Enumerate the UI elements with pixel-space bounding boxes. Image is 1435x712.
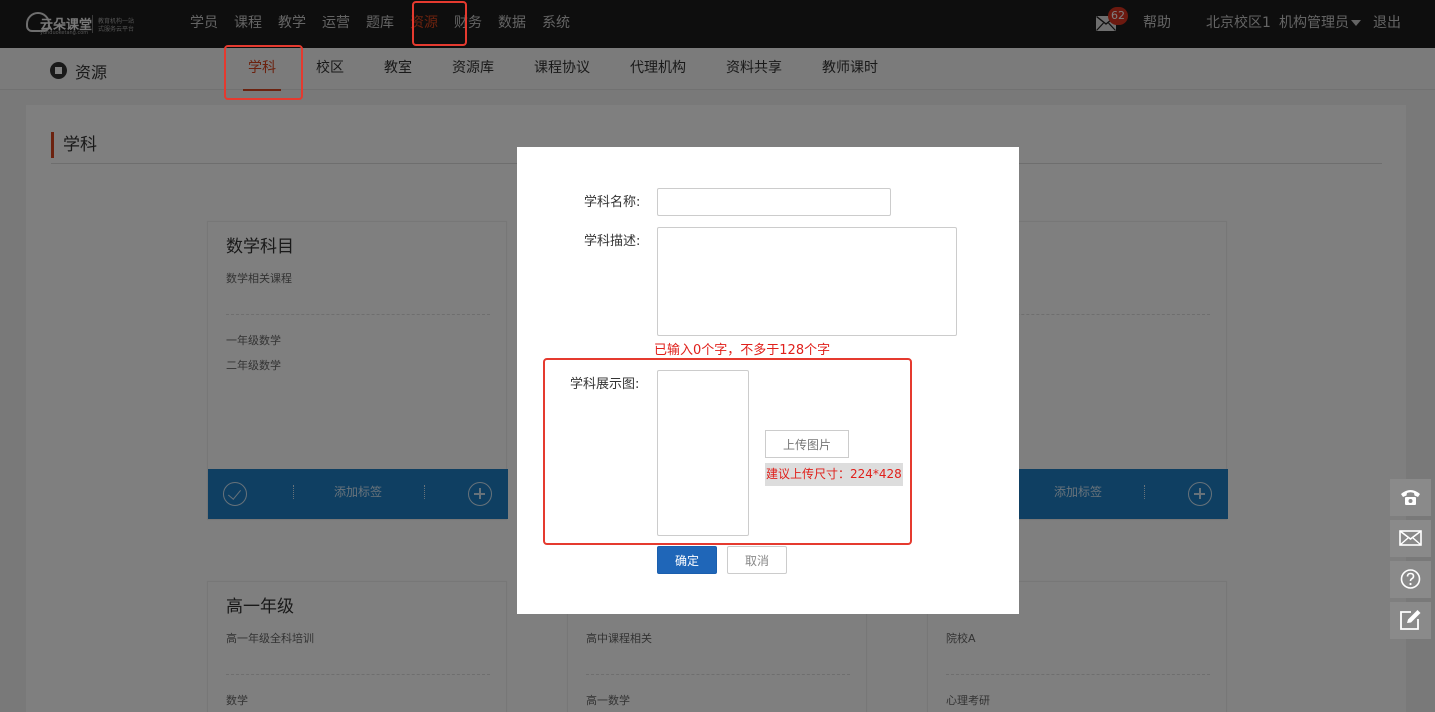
phone-button[interactable] [1390,479,1431,516]
help-icon [1400,569,1421,589]
feedback-button[interactable] [1390,602,1431,639]
highlight-box-top-nav [412,1,467,46]
highlight-box-subject-tab [224,45,303,100]
edit-icon [1400,610,1421,630]
phone-icon [1401,490,1420,505]
mail-icon [1399,530,1422,546]
confirm-button[interactable]: 确定 [657,546,717,574]
highlight-box-image-upload [543,358,912,545]
subject-name-label: 学科名称: [584,195,641,210]
subject-description-label: 学科描述: [584,234,641,249]
subject-description-textarea[interactable] [657,227,957,336]
cancel-button[interactable]: 取消 [727,546,787,574]
character-counter: 已输入0个字，不多于128个字 [654,343,831,358]
message-button[interactable] [1390,520,1431,557]
subject-name-input[interactable] [657,188,891,216]
help-button[interactable] [1390,561,1431,598]
